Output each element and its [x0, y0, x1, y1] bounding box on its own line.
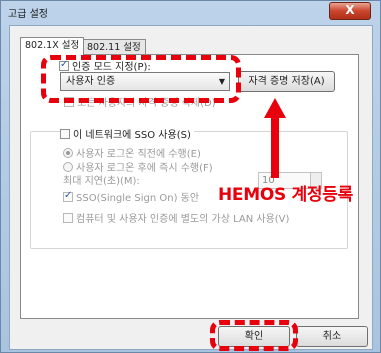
tab-8021x-settings[interactable]: 802.1X 설정 [20, 37, 85, 55]
sso-dialog-label: SSO(Single Sign On) 동안 [76, 193, 200, 204]
sso-dialog-row[interactable]: SSO(Single Sign On) 동안 [63, 189, 199, 204]
save-credentials-button[interactable]: 자격 증명 저장(A) [238, 71, 335, 92]
sso-label: 이 네트워크에 SSO 사용(S) [73, 130, 191, 141]
highlight-ok-button [210, 320, 298, 351]
max-delay-label: 최대 지연(초)(M): [63, 176, 140, 187]
window-title: 고급 설정 [8, 9, 48, 20]
sso-before-logon-radio[interactable] [63, 148, 73, 158]
highlight-auth-mode [41, 55, 241, 103]
tab-80211-settings[interactable]: 802.11 설정 [82, 39, 146, 54]
sso-checkbox-row[interactable]: 이 네트워크에 SSO 사용(S) [60, 126, 194, 141]
close-button[interactable]: X [329, 2, 371, 20]
cancel-button[interactable]: 취소 [296, 326, 368, 347]
separate-vlan-label: 컴퓨터 및 사용자 인증에 별도의 가상 LAN 사용(V) [76, 214, 290, 225]
annotation-label: HEMOS 계정등록 [218, 185, 353, 205]
title-bar: 고급 설정 X [1, 1, 380, 23]
sso-after-logon-radio[interactable] [63, 162, 73, 172]
separate-vlan-checkbox[interactable] [63, 213, 73, 223]
sso-dialog-checkbox[interactable] [63, 190, 73, 202]
separate-vlan-row[interactable]: 컴퓨터 및 사용자 인증에 별도의 가상 LAN 사용(V) [63, 210, 289, 225]
sso-before-logon-option[interactable]: 사용자 로그온 직전에 수행(E) [63, 145, 201, 160]
sso-checkbox[interactable] [60, 129, 70, 139]
arrow-up-icon [264, 98, 286, 178]
